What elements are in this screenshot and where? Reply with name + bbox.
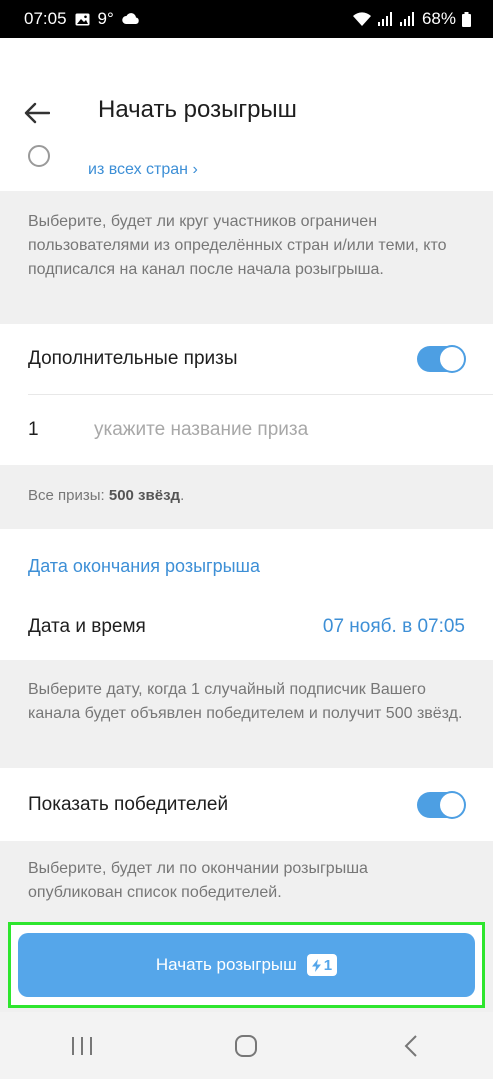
show-winners-row[interactable]: Показать победителей [0,768,493,841]
end-date-info: Выберите дату, когда 1 случайный подписч… [0,660,493,768]
prizes-total-label: Все призы: [28,487,109,504]
giveaway-settings: из всех стран › Выберите, будет ли круг … [0,145,493,929]
status-bar: 07:05 9° 68% [0,0,493,38]
back-nav-button[interactable] [381,1026,441,1066]
participants-info-text: Выберите, будет ли круг участников огран… [28,213,447,278]
start-giveaway-label: Начать розыгрыш [155,955,297,974]
prizes-total-suffix: . [180,487,185,504]
recent-apps-icon [72,1036,93,1055]
boost-count: 1 [323,956,333,974]
wifi-icon [352,11,372,27]
additional-prizes-row[interactable]: Дополнительные призы [0,324,493,394]
start-button-container: Начать розыгрыш 1 [8,922,485,1008]
additional-prizes-card: Дополнительные призы 1 укажите название … [0,324,493,465]
date-time-value[interactable]: 07 нояб. в 07:05 [323,616,465,638]
status-time: 07:05 [24,9,67,28]
home-icon [235,1034,258,1057]
battery-icon [462,11,471,27]
end-date-section-title: Дата окончания розыгрыша [28,556,261,576]
start-giveaway-button[interactable]: Начать розыгрыш 1 [18,933,475,997]
signal-icon [377,12,394,26]
participants-info: Выберите, будет ли круг участников огран… [0,191,493,324]
arrow-left-icon [24,102,50,124]
page-title: Начать розыгрыш [98,96,297,123]
countries-option[interactable]: из всех стран › [0,145,493,191]
back-button[interactable] [22,98,52,128]
show-winners-toggle[interactable] [417,791,465,818]
radio-button[interactable] [28,145,50,167]
cloud-icon [122,13,140,25]
prize-number: 1 [28,419,39,440]
boost-badge: 1 [306,954,338,976]
show-winners-info-text: Выберите, будет ли по окончании розыгрыш… [28,860,368,901]
date-time-row[interactable]: Дата и время 07 нояб. в 07:05 [0,594,493,660]
home-button[interactable] [216,1026,276,1066]
additional-prizes-label: Дополнительные призы [28,348,238,369]
show-winners-card: Показать победителей [0,768,493,841]
status-temperature: 9° [97,9,114,28]
prizes-total-value: 500 звёзд [108,487,181,504]
prizes-total: Все призы: 500 звёзд. [0,465,493,529]
show-winners-label: Показать победителей [28,793,229,815]
signal-icon-2 [399,12,416,26]
app-header: Начать розыгрыш [0,38,493,153]
lightning-icon [311,958,321,972]
recent-apps-button[interactable] [52,1026,112,1066]
countries-link[interactable]: из всех стран › [88,161,198,179]
end-date-info-text: Выберите дату, когда 1 случайный подписч… [28,681,463,722]
end-date-card: Дата окончания розыгрыша Дата и время 07… [0,529,493,660]
show-winners-info: Выберите, будет ли по окончании розыгрыш… [0,841,493,929]
chevron-left-icon [404,1034,417,1057]
gallery-icon [75,13,90,26]
prize-name-row: 1 укажите название приза [0,395,493,465]
additional-prizes-toggle[interactable] [417,346,465,372]
date-time-label: Дата и время [28,616,146,637]
battery-percent: 68% [421,9,456,28]
system-nav-bar [0,1012,493,1079]
prize-name-input[interactable]: укажите название приза [94,419,308,441]
